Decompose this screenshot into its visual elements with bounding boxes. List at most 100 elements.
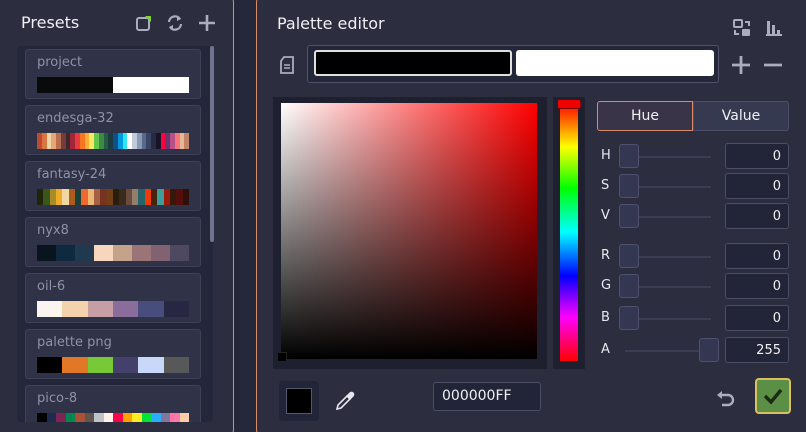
- slider-label: B: [601, 310, 610, 325]
- hue-slider[interactable]: [560, 103, 578, 361]
- preset-name: project: [37, 55, 83, 70]
- slider-knob[interactable]: [619, 144, 639, 168]
- swatch: [170, 413, 180, 422]
- swatch: [37, 77, 56, 93]
- value-mode-button[interactable]: Value: [693, 101, 789, 131]
- swatch: [113, 77, 132, 93]
- swatch: [184, 133, 189, 149]
- slider-knob[interactable]: [619, 244, 639, 268]
- swatch: [37, 413, 47, 422]
- slider-label: H: [601, 148, 611, 163]
- saturation-value-picker[interactable]: [281, 103, 537, 359]
- slider-value-input[interactable]: 0: [725, 273, 789, 299]
- slider-label: R: [601, 248, 611, 263]
- swatch: [179, 413, 189, 422]
- document-icon[interactable]: [277, 55, 297, 75]
- refresh-icon[interactable]: [164, 12, 186, 34]
- swap-layout-icon[interactable]: [731, 17, 753, 39]
- slider-knob[interactable]: [619, 174, 639, 198]
- slider-value-input[interactable]: 0: [725, 203, 789, 229]
- add-preset-icon[interactable]: [196, 12, 218, 34]
- swatch: [141, 413, 151, 422]
- slider-knob[interactable]: [699, 338, 719, 362]
- preset-name: fantasy-24: [37, 167, 107, 182]
- swatch: [170, 77, 189, 93]
- swatch: [112, 357, 139, 373]
- remove-color-icon[interactable]: [761, 53, 785, 77]
- eyedropper-icon[interactable]: [333, 389, 357, 413]
- slider-value-input[interactable]: 255: [725, 337, 789, 363]
- slider-knob[interactable]: [619, 306, 639, 330]
- slider-value-input[interactable]: 0: [725, 305, 789, 331]
- slider-g: G0: [597, 273, 789, 299]
- slider-value-input[interactable]: 0: [725, 173, 789, 199]
- swatch: [151, 245, 170, 261]
- new-palette-icon[interactable]: [134, 13, 154, 33]
- checkmark-icon: [763, 388, 783, 405]
- swatch: [113, 245, 132, 261]
- swatch: [84, 413, 94, 422]
- hex-input[interactable]: 000000FF: [433, 382, 541, 411]
- undo-icon[interactable]: [713, 387, 737, 411]
- slider-a: A 255: [597, 337, 789, 363]
- bar-chart-icon[interactable]: [763, 17, 785, 39]
- swatch: [62, 301, 88, 317]
- slider-knob[interactable]: [619, 204, 639, 228]
- slider-s: S0: [597, 173, 789, 199]
- add-color-icon[interactable]: [729, 53, 753, 77]
- swatch: [87, 357, 113, 373]
- confirm-button[interactable]: [755, 378, 791, 414]
- swatch: [62, 357, 88, 373]
- slider-v: V0: [597, 203, 789, 229]
- preset-list[interactable]: project endesga-32 fantasy-24 nyx8 oil-6…: [17, 46, 213, 422]
- swatch: [94, 245, 113, 261]
- swatch: [182, 189, 189, 205]
- swatch: [160, 413, 170, 422]
- secondary-color-slot[interactable]: [516, 50, 714, 76]
- swatch: [132, 77, 151, 93]
- preset-item-palette-png[interactable]: palette png: [25, 329, 201, 379]
- swatch: [103, 413, 113, 422]
- slider-value-input[interactable]: 0: [725, 243, 789, 269]
- swatch: [122, 413, 132, 422]
- preset-item-oil-6[interactable]: oil-6: [25, 273, 201, 323]
- preset-swatches: [37, 133, 189, 149]
- preset-item-project[interactable]: project: [25, 49, 201, 99]
- primary-color-slot[interactable]: [314, 50, 512, 76]
- slider-label: S: [601, 178, 610, 193]
- picker-cursor[interactable]: [277, 352, 287, 362]
- slider-h: H0: [597, 143, 789, 169]
- preset-item-fantasy-24[interactable]: fantasy-24: [25, 161, 201, 211]
- slider-label: G: [601, 278, 612, 293]
- slider-value-input[interactable]: 0: [725, 143, 789, 169]
- swatch: [138, 301, 164, 317]
- preset-name: oil-6: [37, 279, 66, 294]
- swatch: [75, 413, 85, 422]
- preset-item-pico-8[interactable]: pico-8: [25, 385, 201, 422]
- palette-editor-panel: Palette editor Hue Value H 0 S 0 V 0 R 0…: [256, 0, 806, 432]
- swatch: [138, 357, 164, 373]
- preset-item-endesga-32[interactable]: endesga-32: [25, 105, 201, 155]
- swatch: [132, 245, 151, 261]
- swatch: [56, 245, 75, 261]
- swatch: [75, 77, 94, 93]
- swatch: [46, 413, 56, 422]
- swatch: [56, 413, 66, 422]
- preset-list-scrollbar[interactable]: [210, 46, 214, 242]
- swatch: [75, 245, 94, 261]
- swatch: [37, 357, 63, 373]
- swatch: [37, 301, 63, 317]
- hue-slider-handle[interactable]: [557, 99, 581, 109]
- slider-label: V: [601, 208, 610, 223]
- preset-name: pico-8: [37, 391, 78, 406]
- swatch: [112, 301, 139, 317]
- preset-swatches: [37, 301, 189, 317]
- swatch: [163, 301, 189, 317]
- preset-item-nyx8[interactable]: nyx8: [25, 217, 201, 267]
- hue-mode-button[interactable]: Hue: [597, 101, 693, 131]
- slider-knob[interactable]: [619, 274, 639, 298]
- slider-r: R0: [597, 243, 789, 269]
- swatch: [151, 77, 170, 93]
- color-preview: [286, 388, 312, 414]
- editor-title: Palette editor: [277, 14, 385, 33]
